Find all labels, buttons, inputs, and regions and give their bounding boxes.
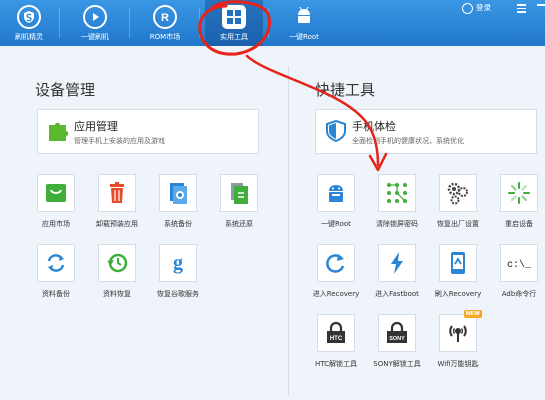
card-desc: 管理手机上安装的应用及游戏: [74, 137, 165, 145]
android-icon: [292, 5, 316, 29]
new-badge: NEW: [463, 310, 482, 318]
tile-factory-reset[interactable]: 恢复出厂设置: [429, 174, 487, 229]
nav-label: 实用工具: [220, 33, 248, 41]
tile-one-click-root[interactable]: 一键Root: [307, 174, 365, 229]
tile-label: 恢复谷歌服务: [157, 290, 199, 298]
puzzle-icon: [49, 122, 69, 141]
nav-flash-wizard[interactable]: 刷机精灵: [0, 0, 58, 46]
phone-checkup-card[interactable]: 手机体检 全面检测手机的健康状况，系统优化: [315, 109, 537, 154]
flash-recovery-icon: [439, 244, 477, 282]
tile-label: 恢复出厂设置: [437, 220, 479, 228]
nav-label: 一键Root: [289, 33, 319, 41]
data-restore-icon: [98, 244, 136, 282]
tile-data-restore[interactable]: 资料恢复: [88, 244, 146, 299]
htc-lock-icon: HTC: [317, 314, 355, 352]
tile-enter-recovery[interactable]: 进入Recovery: [307, 244, 365, 299]
tile-label: 资料备份: [42, 290, 70, 298]
tile-label: 刷入Recovery: [434, 290, 482, 298]
terminal-icon-text: c:\_: [507, 259, 531, 271]
card-desc: 全面检测手机的健康状况，系统优化: [352, 137, 464, 145]
user-icon: [462, 2, 473, 14]
tile-reboot-device[interactable]: 重启设备: [490, 174, 545, 229]
tile-label: 一键Root: [321, 220, 351, 228]
sony-icon-text: SONY: [389, 336, 405, 342]
tile-system-backup[interactable]: 系统备份: [149, 174, 207, 229]
google-icon-text: g: [173, 252, 183, 274]
nav-one-click-root[interactable]: 一键Root: [275, 0, 333, 46]
play-icon: [83, 5, 107, 29]
tile-app-market[interactable]: 应用市场: [27, 174, 85, 229]
top-toolbar: 刷机精灵 一键刷机 R ROM市场 实用工具 一键Root 登录: [0, 0, 545, 46]
nav-divider: [59, 8, 60, 38]
tile-label: Wifi万能钥匙: [437, 360, 479, 368]
shield-check-icon: [326, 119, 346, 143]
system-backup-icon: [159, 174, 197, 212]
card-title: 手机体检: [352, 120, 396, 133]
nav-label: 刷机精灵: [15, 33, 43, 41]
r-icon: R: [153, 5, 177, 29]
card-title: 应用管理: [74, 120, 118, 133]
minimize-icon[interactable]: [537, 4, 545, 6]
tile-label: SONY解锁工具: [373, 360, 421, 368]
lightning-icon: [378, 244, 416, 282]
login-label: 登录: [476, 3, 491, 12]
nav-divider: [129, 8, 130, 38]
quick-tools-title: 快捷工具: [315, 81, 376, 99]
shield-s-icon: [17, 5, 41, 29]
tile-label: 应用市场: [42, 220, 70, 228]
main-content: 设备管理 应用管理 管理手机上安装的应用及游戏 应用市场 卸载预装应用 系统备份…: [0, 46, 545, 400]
tile-label: 重启设备: [505, 220, 533, 228]
tile-adb-command-line[interactable]: c:\_ Adb命令行: [490, 244, 545, 299]
tile-label: 系统还原: [225, 220, 253, 228]
nav-divider: [199, 8, 200, 38]
android-root-icon: [317, 174, 355, 212]
system-restore-icon: [220, 174, 258, 212]
nav-one-click-flash[interactable]: 一键刷机: [66, 0, 124, 46]
sony-lock-icon: SONY: [378, 314, 416, 352]
r-icon-text: R: [161, 12, 169, 24]
tile-label: 卸载预装应用: [96, 220, 138, 228]
nav-divider: [268, 8, 269, 38]
tile-wifi-master-key[interactable]: NEW Wifi万能钥匙: [429, 310, 487, 369]
login-button[interactable]: 登录: [462, 2, 491, 14]
tile-label: 进入Recovery: [312, 290, 360, 298]
nav-rom-market[interactable]: R ROM市场: [136, 0, 194, 46]
tile-label: 进入Fastboot: [375, 290, 419, 298]
tile-uninstall-preinstalled[interactable]: 卸载预装应用: [88, 174, 146, 229]
wifi-key-icon: NEW: [439, 310, 482, 352]
reboot-icon: [500, 174, 538, 212]
tile-system-restore[interactable]: 系统还原: [210, 174, 268, 229]
terminal-icon: c:\_: [500, 244, 538, 282]
device-management-title: 设备管理: [35, 81, 96, 99]
tile-clear-lock-password[interactable]: 清除锁屏密码: [368, 174, 426, 229]
tile-label: HTC解锁工具: [314, 360, 358, 368]
tile-htc-unlock[interactable]: HTC HTC解锁工具: [307, 314, 365, 369]
tile-label: 资料恢复: [103, 290, 131, 298]
app-management-card[interactable]: 应用管理 管理手机上安装的应用及游戏: [37, 109, 259, 154]
tile-enter-fastboot[interactable]: 进入Fastboot: [368, 244, 426, 299]
data-backup-icon: [37, 244, 75, 282]
htc-icon-text: HTC: [330, 336, 343, 342]
tile-flash-recovery[interactable]: 刷入Recovery: [429, 244, 487, 299]
nav-utility-tools[interactable]: 实用工具: [205, 0, 263, 46]
nav-label: ROM市场: [149, 33, 181, 41]
google-icon: g: [159, 244, 197, 282]
section-divider: [288, 66, 289, 396]
tile-data-backup[interactable]: 资料备份: [27, 244, 85, 299]
pattern-lock-icon: [378, 174, 416, 212]
tile-label: Adb命令行: [501, 290, 537, 298]
gears-icon: [439, 174, 477, 212]
menu-icon[interactable]: [517, 2, 526, 15]
tile-sony-unlock[interactable]: SONY SONY解锁工具: [368, 314, 426, 369]
nav-label: 一键刷机: [81, 33, 109, 41]
tile-label: 系统备份: [164, 220, 192, 228]
trash-icon: [98, 174, 136, 212]
tile-label: 清除锁屏密码: [376, 220, 418, 228]
grid-icon: [222, 5, 246, 29]
recovery-icon: [317, 244, 355, 282]
app-market-icon: [37, 174, 75, 212]
tile-restore-google-services[interactable]: g 恢复谷歌服务: [149, 244, 207, 299]
